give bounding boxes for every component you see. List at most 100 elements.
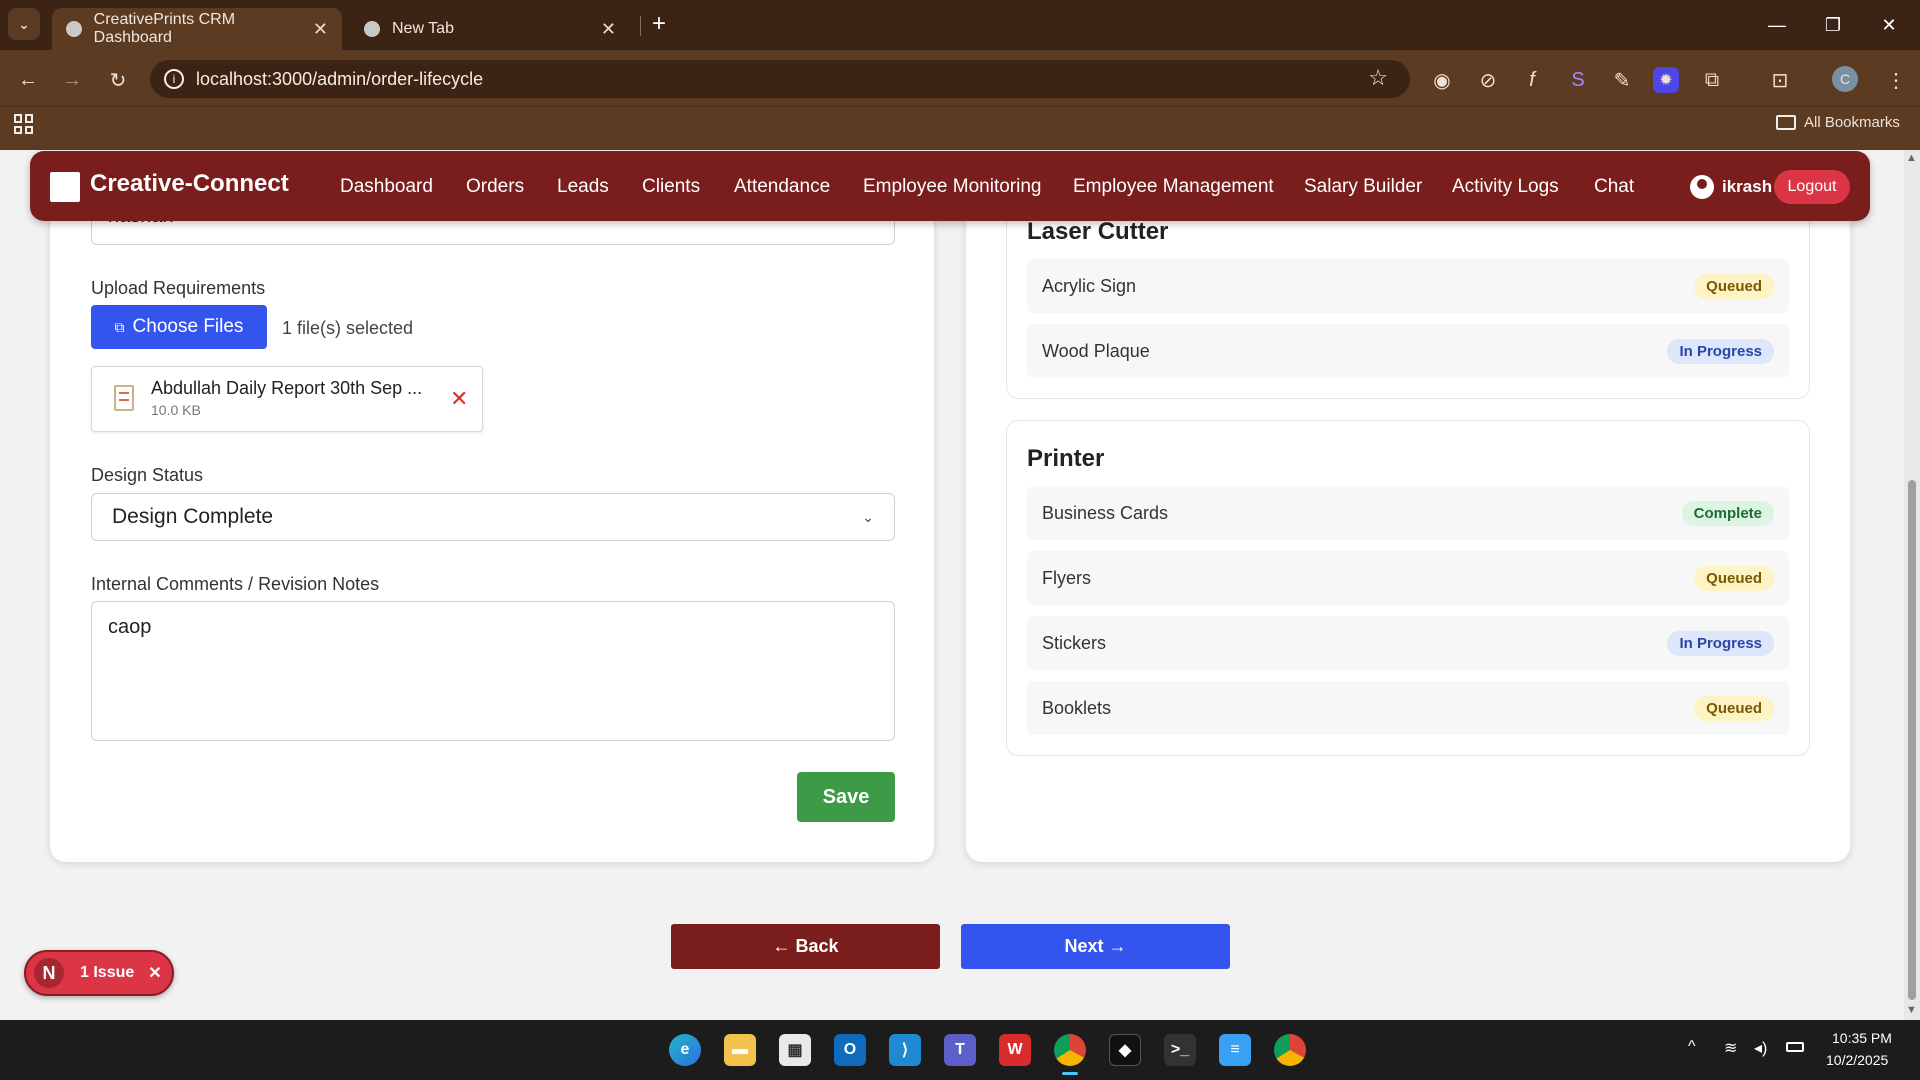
brand-name[interactable]: Creative-Connect [90, 170, 289, 198]
all-bookmarks[interactable]: All Bookmarks [1776, 114, 1900, 131]
job-row[interactable]: Flyers Queued [1027, 551, 1789, 605]
edge-icon[interactable]: e [669, 1034, 701, 1066]
address-bar[interactable]: i localhost:3000/admin/order-lifecycle ☆ [150, 60, 1410, 98]
vscode-icon[interactable]: ⟩ [889, 1034, 921, 1066]
job-row[interactable]: Wood Plaque In Progress [1027, 324, 1789, 378]
save-button[interactable]: Save [797, 772, 895, 822]
tab-title: New Tab [392, 20, 454, 37]
remove-file-icon[interactable]: ✕ [450, 386, 468, 412]
status-badge: In Progress [1667, 630, 1774, 656]
nav-employee-monitoring[interactable]: Employee Monitoring [863, 176, 1041, 198]
comments-textarea[interactable]: caop [91, 601, 895, 741]
user-name: ikrash [1722, 177, 1773, 196]
design-status-value: Design Complete [112, 505, 274, 528]
clock-time[interactable]: 10:35 PM [1832, 1030, 1892, 1046]
job-name: Flyers [1042, 567, 1091, 588]
file-explorer-icon[interactable]: ▬ [724, 1034, 756, 1066]
nav-orders[interactable]: Orders [466, 176, 524, 198]
job-name: Wood Plaque [1042, 340, 1150, 361]
choose-files-button[interactable]: ⧉ Choose Files [91, 305, 267, 349]
comments-label: Internal Comments / Revision Notes [91, 574, 380, 594]
status-badge: Complete [1681, 500, 1774, 526]
issues-avatar: N [34, 958, 64, 988]
wps-icon[interactable]: W [999, 1034, 1031, 1066]
volume-icon[interactable]: ◂) [1754, 1038, 1767, 1058]
outlook-icon[interactable]: O [834, 1034, 866, 1066]
close-icon[interactable]: ✕ [148, 963, 161, 983]
status-badge: Queued [1694, 273, 1774, 299]
logo [50, 172, 80, 202]
camera-extension-icon[interactable]: ◉ [1426, 64, 1458, 96]
apps-grid-icon[interactable] [14, 114, 34, 134]
forward-arrow-icon[interactable]: → [56, 64, 88, 96]
wifi-icon[interactable]: ≋ [1724, 1038, 1737, 1058]
screenshot-icon[interactable]: ⊡ [1764, 64, 1796, 96]
job-row[interactable]: Booklets Queued [1027, 681, 1789, 735]
restore-icon[interactable]: ❐ [1810, 8, 1856, 42]
url-text: localhost:3000/admin/order-lifecycle [196, 68, 484, 89]
notepad-icon[interactable]: ≡ [1219, 1034, 1251, 1066]
bookmarks-bar [0, 106, 1920, 150]
tab-divider [640, 16, 641, 36]
chrome-profile-icon[interactable] [1274, 1034, 1306, 1066]
file-document-icon [114, 385, 134, 411]
issues-badge[interactable]: N 1 Issue ✕ [24, 950, 174, 996]
nav-activity-logs[interactable]: Activity Logs [1452, 176, 1559, 198]
job-name: Stickers [1042, 632, 1107, 653]
nav-attendance[interactable]: Attendance [734, 176, 830, 198]
browser-tab[interactable]: New Tab ✕ [350, 8, 630, 50]
teams-icon[interactable]: T [944, 1034, 976, 1066]
nav-leads[interactable]: Leads [557, 176, 609, 198]
clock-date[interactable]: 10/2/2025 [1826, 1052, 1888, 1068]
scroll-down-icon[interactable]: ▼ [1906, 1004, 1917, 1016]
compass-extension-icon[interactable]: ⊘ [1472, 64, 1504, 96]
tab-search-button[interactable]: ⌄ [8, 8, 40, 40]
job-row[interactable]: Acrylic Sign Queued [1027, 259, 1789, 313]
profile-avatar[interactable]: C [1832, 66, 1858, 92]
app-icon[interactable]: ◆ [1109, 1034, 1141, 1066]
job-row[interactable]: Stickers In Progress [1027, 616, 1789, 670]
tab-title: CreativePrints CRM Dashboard [93, 11, 236, 46]
tab-close-icon[interactable]: ✕ [601, 19, 616, 40]
close-window-icon[interactable]: ✕ [1866, 8, 1912, 42]
minimize-icon[interactable]: — [1754, 8, 1800, 42]
s-extension-icon[interactable]: S [1562, 64, 1594, 96]
status-badge: Queued [1694, 695, 1774, 721]
user-menu[interactable]: ikrash [1690, 175, 1772, 199]
logout-button[interactable]: Logout [1774, 170, 1850, 204]
nav-chat[interactable]: Chat [1594, 176, 1634, 198]
bookmark-star-icon[interactable]: ☆ [1368, 65, 1388, 91]
chrome-icon[interactable] [1054, 1034, 1086, 1066]
pen-extension-icon[interactable]: ✎ [1606, 64, 1638, 96]
battery-icon[interactable] [1786, 1042, 1804, 1052]
next-label: Next → [1064, 936, 1127, 956]
terminal-icon[interactable]: >_ [1164, 1034, 1196, 1066]
extensions-puzzle-icon[interactable]: ⧉ [1696, 64, 1728, 96]
site-info-icon[interactable]: i [164, 69, 184, 89]
file-name: Abdullah Daily Report 30th Sep ... [151, 378, 423, 398]
windows-start-icon[interactable] [614, 1035, 644, 1065]
job-name: Acrylic Sign [1042, 275, 1137, 296]
reload-icon[interactable]: ↻ [102, 64, 134, 96]
browser-tab-active[interactable]: CreativePrints CRM Dashboard ✕ [52, 8, 342, 50]
tab-close-icon[interactable]: ✕ [313, 19, 328, 40]
next-button[interactable]: Next → [961, 924, 1230, 969]
gear-extension-icon[interactable]: ✹ [1653, 67, 1679, 93]
back-arrow-icon[interactable]: ← [12, 64, 44, 96]
scroll-up-icon[interactable]: ▲ [1906, 152, 1917, 164]
design-status-select[interactable]: Design Complete ⌄ [91, 493, 895, 541]
nav-employee-management[interactable]: Employee Management [1073, 176, 1274, 198]
nav-clients[interactable]: Clients [642, 176, 700, 198]
scrollbar-thumb[interactable] [1908, 480, 1916, 1000]
store-icon[interactable]: ▦ [779, 1034, 811, 1066]
issues-label: 1 Issue [80, 964, 135, 981]
formula-extension-icon[interactable]: f [1516, 64, 1548, 96]
new-tab-icon[interactable]: + [652, 10, 666, 38]
back-button[interactable]: ← Back [671, 924, 940, 969]
menu-kebab-icon[interactable]: ⋮ [1880, 64, 1912, 96]
nav-dashboard[interactable]: Dashboard [340, 176, 433, 198]
tray-chevron-icon[interactable]: ^ [1688, 1038, 1696, 1056]
back-label: ← Back [772, 936, 839, 956]
job-row[interactable]: Business Cards Complete [1027, 486, 1789, 540]
nav-salary-builder[interactable]: Salary Builder [1304, 176, 1422, 198]
